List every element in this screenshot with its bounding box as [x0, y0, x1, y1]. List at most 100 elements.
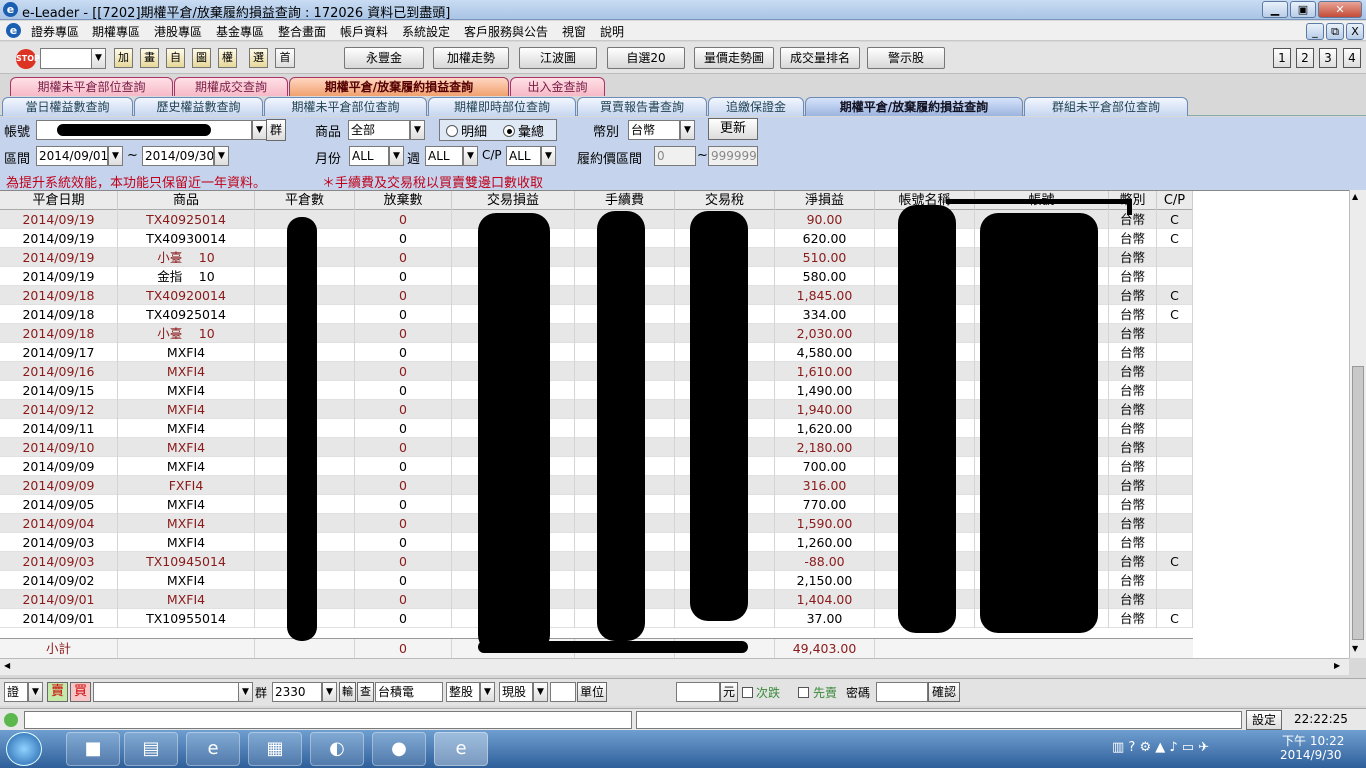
self-select-icon[interactable]: 自 [166, 48, 185, 68]
tab-daily-equity[interactable]: 當日權益數查詢 [2, 97, 133, 116]
tab-open-positions-2[interactable]: 期權未平倉部位查詢 [264, 97, 427, 116]
col-close-date[interactable]: 平倉日期 [0, 191, 118, 210]
tab-deposit-withdraw[interactable]: 出入金查詢 [510, 77, 605, 96]
quantity-input[interactable] [550, 682, 576, 702]
chart-icon[interactable]: 圖 [192, 48, 211, 68]
week-dropdown[interactable]: ▼ [463, 146, 478, 166]
menu-account[interactable]: 帳戶資料 [340, 23, 388, 40]
buy-toggle[interactable]: 買 [70, 682, 91, 702]
menu-integrated[interactable]: 整合畫面 [278, 23, 326, 40]
tab-trades[interactable]: 期權成交查詢 [174, 77, 288, 96]
tab-open-positions[interactable]: 期權未平倉部位查詢 [10, 77, 173, 96]
month-dropdown[interactable]: ▼ [389, 146, 404, 166]
col-close-qty[interactable]: 平倉數 [255, 191, 355, 210]
layout-2-button[interactable]: 2 [1296, 48, 1314, 68]
lot-type-dropdown[interactable]: ▼ [480, 682, 495, 702]
col-net-pnl[interactable]: 淨損益 [775, 191, 875, 210]
menu-settings[interactable]: 系統設定 [402, 23, 450, 40]
col-tax[interactable]: 交易稅 [675, 191, 775, 210]
date-to-dropdown[interactable]: ▼ [214, 146, 229, 166]
options-icon[interactable]: 選 [249, 48, 268, 68]
vpn-icon[interactable]: ◐ [310, 732, 364, 766]
ie-icon[interactable]: ■ [66, 732, 120, 766]
menu-securities[interactable]: 證券專區 [31, 23, 79, 40]
account-dropdown[interactable]: ▼ [252, 120, 267, 140]
sell-toggle[interactable]: 賣 [47, 682, 68, 702]
strike-from-input[interactable]: 0 [654, 146, 696, 166]
tab-closeout-pnl[interactable]: 期權平倉/放棄履約損益查詢 [289, 77, 509, 96]
layout-1-button[interactable]: 1 [1273, 48, 1291, 68]
warning-stocks-button[interactable]: 警示股 [867, 47, 945, 69]
wave-chart-button[interactable]: 江波圖 [519, 47, 597, 69]
summary-radio[interactable] [503, 125, 515, 137]
tab-closeout-pnl-2[interactable]: 期權平倉/放棄履約損益查詢 [805, 97, 1023, 116]
col-product[interactable]: 商品 [118, 191, 255, 210]
menu-hk-stocks[interactable]: 港股專區 [154, 23, 202, 40]
account-order-dropdown[interactable]: ▼ [238, 682, 253, 702]
watchlist20-button[interactable]: 自選20 [607, 47, 685, 69]
input-button[interactable]: 輸 [339, 682, 356, 702]
menu-customer-service[interactable]: 客戶服務與公告 [464, 23, 548, 40]
account-input[interactable] [36, 120, 252, 140]
menu-funds[interactable]: 基金專區 [216, 23, 264, 40]
tab-history-equity[interactable]: 歷史權益數查詢 [134, 97, 263, 116]
detail-radio[interactable] [446, 125, 458, 137]
mdi-close-button[interactable]: X [1346, 23, 1364, 40]
horizontal-scrollbar[interactable]: ◀ ▶ [0, 658, 1349, 675]
month-select[interactable]: ALL [349, 146, 389, 166]
start-orb-icon[interactable] [6, 732, 42, 766]
menu-help[interactable]: 說明 [600, 23, 624, 40]
product-dropdown[interactable]: ▼ [410, 120, 425, 140]
currency-select[interactable]: 台幣 [628, 120, 680, 140]
tab-realtime-positions[interactable]: 期權即時部位查詢 [428, 97, 576, 116]
cp-select[interactable]: ALL [506, 146, 541, 166]
mdi-restore-button[interactable]: ⧉ [1326, 23, 1344, 40]
next-day-checkbox[interactable] [742, 687, 753, 698]
market-dropdown[interactable]: ▼ [28, 682, 43, 702]
scroll-up-arrow-icon[interactable]: ▲ [1352, 192, 1358, 201]
home-icon[interactable]: 首 [275, 48, 295, 68]
market-select[interactable]: 證 [4, 682, 28, 702]
volume-rank-button[interactable]: 成交量排名 [780, 47, 860, 69]
col-cp[interactable]: C/P [1157, 191, 1193, 210]
tab-margin-call[interactable]: 追繳保證金 [708, 97, 804, 116]
rights-icon[interactable]: 權 [218, 48, 237, 68]
mdi-minimize-button[interactable]: _ [1306, 23, 1324, 40]
group-button[interactable]: 群 [266, 119, 286, 141]
query-button[interactable]: 查 [357, 682, 374, 702]
refresh-button[interactable]: 更新 [708, 118, 758, 140]
menu-window[interactable]: 視窗 [562, 23, 586, 40]
draw-icon[interactable]: 畫 [140, 48, 159, 68]
chrome-icon[interactable]: e [186, 732, 240, 766]
scroll-thumb[interactable] [1352, 366, 1364, 640]
cp-dropdown[interactable]: ▼ [541, 146, 556, 166]
date-to-input[interactable]: 2014/09/30 [142, 146, 214, 166]
password-input[interactable] [876, 682, 928, 702]
scroll-left-arrow-icon[interactable]: ◀ [4, 661, 10, 670]
stop-icon[interactable]: STOP [16, 49, 40, 69]
confirm-button[interactable]: 確認 [928, 682, 960, 702]
volume-price-button[interactable]: 量價走勢圖 [694, 47, 774, 69]
settings-button[interactable]: 設定 [1246, 710, 1282, 730]
date-from-dropdown[interactable]: ▼ [108, 146, 123, 166]
menu-futures-options[interactable]: 期權專區 [92, 23, 140, 40]
first-sell-checkbox[interactable] [798, 687, 809, 698]
trade-type-select[interactable]: 現股 [499, 682, 533, 702]
currency-dropdown[interactable]: ▼ [680, 120, 695, 140]
weighted-trend-button[interactable]: 加權走勢 [433, 47, 509, 69]
minimize-button[interactable]: ▁ [1262, 1, 1288, 18]
account-order-input[interactable] [93, 682, 239, 702]
week-select[interactable]: ALL [425, 146, 463, 166]
layout-4-button[interactable]: 4 [1343, 48, 1361, 68]
vertical-scrollbar[interactable]: ▲ ▼ [1349, 190, 1366, 658]
media-icon[interactable]: ▦ [248, 732, 302, 766]
unit-button[interactable]: 單位 [577, 682, 607, 702]
eleader-icon[interactable]: e [434, 732, 488, 766]
lot-type-select[interactable]: 整股 [446, 682, 480, 702]
trade-type-dropdown[interactable]: ▼ [533, 682, 548, 702]
quick-select[interactable] [40, 48, 92, 69]
date-from-input[interactable]: 2014/09/01 [36, 146, 108, 166]
strike-to-input[interactable]: 999999 [708, 146, 758, 166]
layout-3-button[interactable]: 3 [1319, 48, 1337, 68]
tab-trade-report[interactable]: 買賣報告書查詢 [577, 97, 707, 116]
